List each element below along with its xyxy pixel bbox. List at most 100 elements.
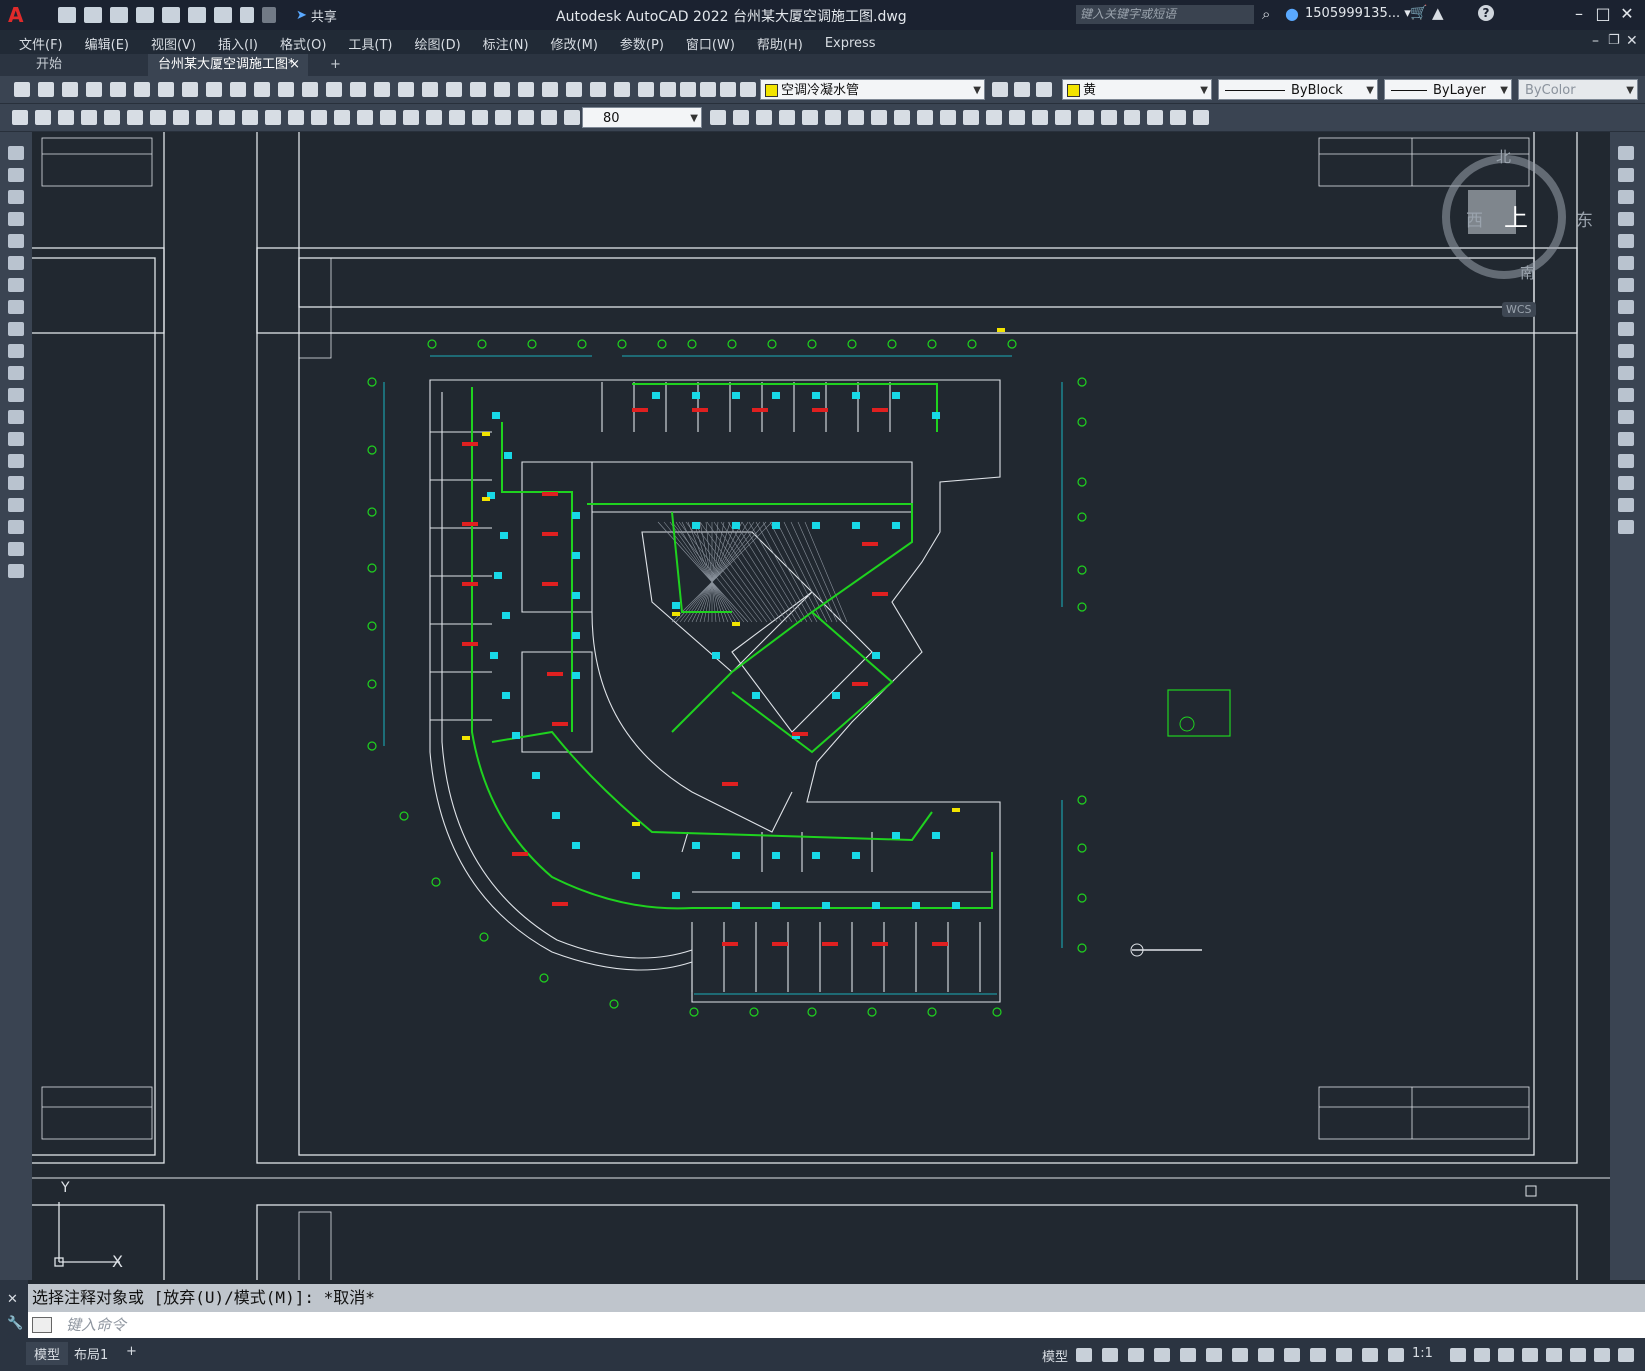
toolbar2-tool-42-icon[interactable] — [1078, 110, 1094, 125]
toolbar1-tool-12-icon[interactable] — [278, 82, 294, 97]
toolbar2-tool-10-icon[interactable] — [219, 110, 235, 125]
toolbar1-tool-15-icon[interactable] — [350, 82, 366, 97]
draw-tool-19-icon[interactable] — [8, 542, 24, 556]
status-toggle-4-icon[interactable] — [1154, 1348, 1170, 1362]
toolbar2-tool-15-icon[interactable] — [334, 110, 350, 125]
status-toggle-8-icon[interactable] — [1258, 1348, 1274, 1362]
tab-layout1[interactable]: 布局1 — [74, 1344, 108, 1363]
toolbar2-tool-33-icon[interactable] — [871, 110, 887, 125]
new-file-icon[interactable] — [58, 7, 76, 23]
toolbar2-tool-8-icon[interactable] — [173, 110, 189, 125]
wcs-button[interactable]: WCS — [1502, 302, 1536, 317]
toolbar2-tool-37-icon[interactable] — [963, 110, 979, 125]
toolbar2-tool-24-icon[interactable] — [541, 110, 557, 125]
status-toggle-18-icon[interactable] — [1546, 1348, 1562, 1362]
toolbar2-tool-21-icon[interactable] — [472, 110, 488, 125]
toolbar1-tool-16-icon[interactable] — [374, 82, 390, 97]
toolbar1-tool-28-icon[interactable] — [660, 82, 676, 97]
model-space-button[interactable]: 模型 — [1042, 1346, 1068, 1365]
toolbar2-tool-35-icon[interactable] — [917, 110, 933, 125]
modify-tool-5-icon[interactable] — [1618, 234, 1634, 248]
toolbar1-tool-33-icon[interactable] — [992, 82, 1008, 97]
draw-tool-16-icon[interactable] — [8, 476, 24, 490]
toolbar2-tool-27-icon[interactable] — [733, 110, 749, 125]
modify-tool-3-icon[interactable] — [1618, 190, 1634, 204]
toolbar2-tool-40-icon[interactable] — [1032, 110, 1048, 125]
menu-draw[interactable]: 绘图(D) — [404, 34, 472, 53]
toolbar2-tool-2-icon[interactable] — [35, 110, 51, 125]
toolbar2-tool-1-icon[interactable] — [12, 110, 28, 125]
toolbar2-tool-39-icon[interactable] — [1009, 110, 1025, 125]
toolbar1-tool-5-icon[interactable] — [110, 82, 126, 97]
web-mobile-icon[interactable] — [162, 7, 180, 23]
status-toggle-21-icon[interactable] — [1618, 1348, 1634, 1362]
cmd-close-icon[interactable]: ✕ — [7, 1292, 18, 1307]
toolbar2-tool-5-icon[interactable] — [104, 110, 120, 125]
menu-edit[interactable]: 编辑(E) — [74, 34, 140, 53]
toolbar1-tool-17-icon[interactable] — [398, 82, 414, 97]
toolbar1-tool-19-icon[interactable] — [446, 82, 462, 97]
modify-tool-14-icon[interactable] — [1618, 432, 1634, 446]
toolbar2-tool-16-icon[interactable] — [357, 110, 373, 125]
modify-tool-4-icon[interactable] — [1618, 212, 1634, 226]
menu-view[interactable]: 视图(V) — [140, 34, 207, 53]
draw-tool-3-icon[interactable] — [8, 190, 24, 204]
menu-tools[interactable]: 工具(T) — [337, 34, 403, 53]
toolbar2-tool-30-icon[interactable] — [802, 110, 818, 125]
toolbar2-tool-45-icon[interactable] — [1147, 110, 1163, 125]
draw-tool-6-icon[interactable] — [8, 256, 24, 270]
modify-tool-12-icon[interactable] — [1618, 388, 1634, 402]
status-toggle-7-icon[interactable] — [1232, 1348, 1248, 1362]
add-layout-button[interactable]: + — [126, 1344, 137, 1359]
toolbar1-tool-14-icon[interactable] — [326, 82, 342, 97]
tab-active-drawing[interactable]: 台州某大厦空调施工图* × — [148, 54, 308, 76]
toolbar2-tool-17-icon[interactable] — [380, 110, 396, 125]
menu-parametric[interactable]: 参数(P) — [609, 34, 675, 53]
cart-icon[interactable]: 🛒 — [1410, 5, 1427, 21]
command-prompt-icon[interactable] — [32, 1317, 52, 1333]
toolbar2-tool-14-icon[interactable] — [311, 110, 327, 125]
toolbar2-tool-46-icon[interactable] — [1170, 110, 1186, 125]
save-as-icon[interactable] — [136, 7, 154, 23]
viewcube-south[interactable]: 南 — [1520, 262, 1535, 283]
dimscale-dropdown[interactable]: 80 ▼ — [582, 107, 702, 128]
modify-tool-13-icon[interactable] — [1618, 410, 1634, 424]
redo-icon[interactable] — [262, 7, 276, 23]
status-toggle-5-icon[interactable] — [1180, 1348, 1196, 1362]
toolbar2-tool-4-icon[interactable] — [81, 110, 97, 125]
menu-modify[interactable]: 修改(M) — [540, 34, 609, 53]
plotstyle-dropdown[interactable]: ByColor ▼ — [1518, 79, 1638, 100]
modify-tool-7-icon[interactable] — [1618, 278, 1634, 292]
toolbar1-tool-24-icon[interactable] — [566, 82, 582, 97]
toolbar2-tool-9-icon[interactable] — [196, 110, 212, 125]
doc-restore-icon[interactable]: ❐ — [1608, 33, 1620, 48]
status-toggle-19-icon[interactable] — [1570, 1348, 1586, 1362]
open-file-icon[interactable] — [84, 7, 102, 23]
toolbar2-tool-22-icon[interactable] — [495, 110, 511, 125]
command-input[interactable]: 键入命令 — [28, 1312, 1645, 1338]
minimize-icon[interactable]: – — [1568, 4, 1590, 24]
status-toggle-10-icon[interactable] — [1310, 1348, 1326, 1362]
draw-tool-10-icon[interactable] — [8, 344, 24, 358]
toolbar1-tool-7-icon[interactable] — [158, 82, 174, 97]
toolbar2-tool-34-icon[interactable] — [894, 110, 910, 125]
modify-tool-8-icon[interactable] — [1618, 300, 1634, 314]
toolbar1-tool-22-icon[interactable] — [518, 82, 534, 97]
toolbar2-tool-6-icon[interactable] — [127, 110, 143, 125]
user-account[interactable]: 1505999135... ▾ — [1305, 6, 1411, 21]
toolbar2-tool-13-icon[interactable] — [288, 110, 304, 125]
drawing-canvas[interactable]: 北 西 上 东 南 WCS Y X — [32, 132, 1610, 1280]
menu-window[interactable]: 窗口(W) — [675, 34, 746, 53]
modify-tool-6-icon[interactable] — [1618, 256, 1634, 270]
share-icon[interactable]: ➤ — [296, 8, 307, 23]
status-toggle-2-icon[interactable] — [1102, 1348, 1118, 1362]
draw-tool-11-icon[interactable] — [8, 366, 24, 380]
status-toggle-1-icon[interactable] — [1076, 1348, 1092, 1362]
toolbar1-tool-6-icon[interactable] — [134, 82, 150, 97]
layer-dropdown[interactable]: 空调冷凝水管 ▼ — [760, 79, 985, 100]
draw-tool-13-icon[interactable] — [8, 410, 24, 424]
modify-tool-1-icon[interactable] — [1618, 146, 1634, 160]
toolbar2-tool-11-icon[interactable] — [242, 110, 258, 125]
toolbar2-tool-26-icon[interactable] — [710, 110, 726, 125]
draw-tool-8-icon[interactable] — [8, 300, 24, 314]
